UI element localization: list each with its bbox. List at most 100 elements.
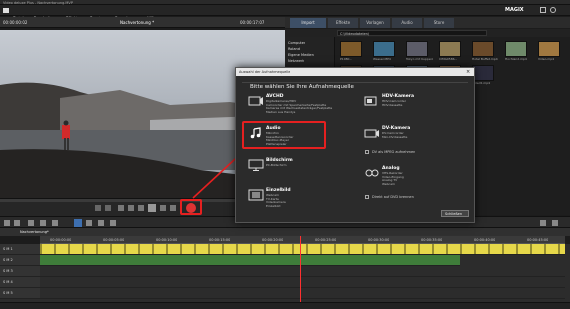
redo-icon[interactable] — [14, 220, 20, 226]
folder-eigene-medien[interactable]: Eigene Medien — [288, 53, 314, 57]
dv-camera-icon — [364, 129, 379, 138]
next-marker-button[interactable] — [170, 205, 176, 211]
mark-in-button[interactable] — [95, 205, 101, 211]
app-window: Video deluxe Plus - Nachvertonung.MVP Da… — [0, 0, 570, 309]
media-filename: CIMG0586... — [439, 58, 458, 61]
close-icon[interactable]: × — [466, 69, 470, 75]
status-bar — [0, 302, 570, 309]
option-dv[interactable]: DV-Kamera DV-Camcorder Mini-DV-Kassette — [362, 124, 470, 152]
option-einzelbild[interactable]: Einzelbild Webcam TV-Karte Videokamera E… — [246, 186, 354, 214]
track-row[interactable] — [40, 288, 565, 299]
delete-icon[interactable] — [28, 220, 34, 226]
dvd-burn-checkbox[interactable] — [365, 195, 369, 199]
media-thumbnail[interactable] — [439, 41, 461, 57]
track-label: S M 4 — [3, 280, 13, 284]
media-thumbnail[interactable] — [472, 41, 494, 57]
media-thumbnail[interactable] — [406, 41, 428, 57]
help-icon[interactable] — [550, 7, 556, 13]
timeline-header: Nachvertonung* — [0, 228, 570, 236]
track-row[interactable] — [40, 255, 460, 266]
settings-icon[interactable] — [540, 7, 546, 13]
close-button-label: Schließen — [445, 212, 463, 216]
preview-time-right: 00:00:17:07 — [240, 20, 265, 25]
hdv-camera-icon — [364, 96, 377, 106]
close-button[interactable]: Schließen — [441, 210, 469, 217]
folder-netzwerk[interactable]: Netzwerk — [288, 59, 304, 63]
app-logo-icon — [3, 8, 9, 13]
marker-icon[interactable] — [98, 220, 104, 226]
option-avchd[interactable]: AVCHD Digitalkameras/HDV Camcorder mit S… — [246, 92, 354, 120]
forward-button[interactable] — [160, 205, 166, 211]
cut-icon[interactable] — [40, 220, 46, 226]
ruler-tick-label: 00:00:20:00 — [262, 238, 284, 242]
track-header[interactable]: S M 5 — [0, 288, 40, 299]
avchd-camera-icon — [248, 96, 263, 106]
option-hdv-desc: HDV-Camcorder HDV-Kassette — [382, 99, 406, 107]
ruler-tick-label: 00:00:25:00 — [315, 238, 337, 242]
dialog-divider — [242, 82, 468, 83]
track-label: S M 1 — [3, 247, 13, 251]
dv-mpeg-checkbox[interactable] — [365, 150, 369, 154]
path-field[interactable]: C:\Videodateien\ — [337, 30, 487, 36]
mouse-mode-icon[interactable] — [74, 219, 82, 227]
preview-header: 00:00:00:02 Nachvertonung * 00:00:17:07 — [0, 17, 285, 28]
track-label: S M 3 — [3, 269, 13, 273]
option-hdv[interactable]: HDV-Kamera HDV-Camcorder HDV-Kassette — [362, 92, 470, 120]
option-analog-desc: VHS-Rekorder Video-Eingang Analog TV Web… — [382, 171, 404, 186]
magnet-icon[interactable] — [110, 220, 116, 226]
track-header[interactable]: S M 1 — [0, 244, 40, 255]
ruler-tick-label: 00:00:45:00 — [527, 238, 549, 242]
media-thumbnail[interactable] — [505, 41, 527, 57]
track-header[interactable]: S M 4 — [0, 277, 40, 288]
rewind-button[interactable] — [128, 205, 134, 211]
folder-computer[interactable]: Computer — [288, 41, 305, 45]
tab-audio[interactable]: Audio — [392, 18, 422, 28]
track-header[interactable]: S M 2 — [0, 255, 40, 266]
window-title: Video deluxe Plus - Nachvertonung.MVP — [3, 0, 73, 5]
track-row[interactable] — [40, 266, 565, 277]
option-dv-desc: DV-Camcorder Mini-DV-Kassette — [382, 131, 408, 139]
tab-import[interactable]: Import — [290, 18, 326, 28]
track-header[interactable]: S M 3 — [0, 266, 40, 277]
track-row[interactable] — [40, 244, 565, 255]
mediapool-tabs: Import Effekte Vorlagen Audio Store — [285, 17, 570, 28]
zoom-out-icon[interactable] — [540, 220, 546, 226]
prev-marker-button[interactable] — [118, 205, 124, 211]
tab-vorlagen[interactable]: Vorlagen — [360, 18, 390, 28]
split-icon[interactable] — [86, 220, 92, 226]
timeline-tab[interactable]: Nachvertonung* — [20, 230, 49, 234]
timeline-ruler[interactable]: 00:00:00:00 00:00:05:00 00:00:10:00 00:00:1… — [40, 236, 565, 244]
track-row[interactable] — [40, 277, 565, 288]
media-thumbnail[interactable] — [340, 41, 362, 57]
ruler-tick-label: 00:00:10:00 — [156, 238, 178, 242]
copy-icon[interactable] — [52, 220, 58, 226]
option-bildschirm[interactable]: Bildschirm PC-Bildschirm — [246, 156, 354, 184]
zoom-in-icon[interactable] — [552, 220, 558, 226]
ruler-tick-label: 00:00:35:00 — [421, 238, 443, 242]
media-thumbnail[interactable] — [472, 65, 494, 81]
dvd-burn-label: Direkt auf DVD brennen — [372, 195, 414, 199]
option-analog[interactable]: Analog VHS-Rekorder Video-Eingang Analog… — [362, 164, 470, 192]
undo-icon[interactable] — [4, 220, 10, 226]
track-label: S M 2 — [3, 258, 13, 262]
option-einzelbild-desc: Webcam TV-Karte Videokamera Einzelbild — [266, 193, 286, 208]
ruler-tick-label: 00:00:40:00 — [474, 238, 496, 242]
mark-out-button[interactable] — [105, 205, 111, 211]
option-bildschirm-desc: PC-Bildschirm — [266, 163, 287, 167]
media-thumbnail[interactable] — [538, 41, 560, 57]
media-thumbnail[interactable] — [373, 41, 395, 57]
tab-store[interactable]: Store — [424, 18, 454, 28]
playhead[interactable] — [300, 236, 301, 302]
play-button[interactable] — [148, 204, 156, 212]
audio-option-highlight — [242, 121, 326, 149]
track-label: S M 5 — [3, 291, 13, 295]
folder-roland[interactable]: Roland — [288, 47, 300, 51]
timeline-tracks: S M 1 S M 2 S M 3 S M 4 S M 5 — [0, 244, 570, 302]
record-button-highlight — [180, 199, 202, 215]
stop-button[interactable] — [138, 205, 144, 211]
preview-time-left: 00:00:00:02 — [3, 20, 28, 25]
dialog-prompt: Bitte wählen Sie Ihre Aufnahmequelle — [250, 84, 354, 90]
dv-mpeg-label: DV als MPEG aufnehmen — [372, 150, 416, 154]
media-filename: P1080... — [340, 58, 353, 61]
tab-effekte[interactable]: Effekte — [328, 18, 358, 28]
